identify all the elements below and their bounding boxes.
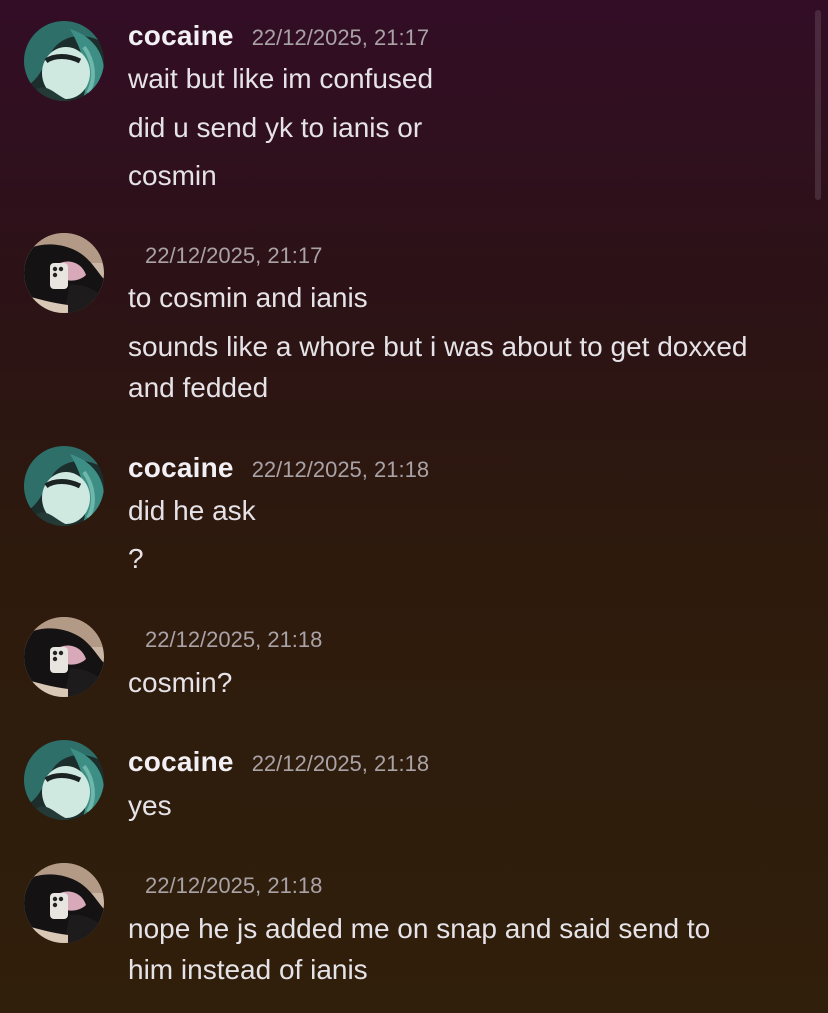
avatar[interactable] <box>24 740 104 820</box>
message-header: 22/12/2025, 21:18 <box>145 873 322 899</box>
message-line: nope he js added me on snap and said sen… <box>128 913 711 944</box>
message-line: ? <box>128 543 144 574</box>
message-line: him instead of ianis <box>128 954 368 985</box>
message-header: cocaine 22/12/2025, 21:17 <box>128 20 429 52</box>
message-header: 22/12/2025, 21:18 <box>145 627 322 653</box>
timestamp: 22/12/2025, 21:17 <box>145 243 323 268</box>
scrollbar[interactable] <box>815 10 821 200</box>
message-line: sounds like a whore but i was about to g… <box>128 331 748 362</box>
timestamp: 22/12/2025, 21:18 <box>251 457 430 482</box>
timestamp: 22/12/2025, 21:18 <box>251 751 430 776</box>
author-name[interactable]: cocaine <box>128 746 234 778</box>
timestamp: 22/12/2025, 21:17 <box>251 25 430 50</box>
mirror-selfie-avatar-icon <box>24 863 104 943</box>
message-line: did he ask <box>128 495 256 526</box>
mirror-selfie-avatar-icon <box>24 233 104 313</box>
author-name[interactable]: cocaine <box>128 20 234 52</box>
message-header: cocaine 22/12/2025, 21:18 <box>128 452 429 484</box>
message-line: cosmin? <box>128 667 233 698</box>
avatar[interactable] <box>24 233 104 313</box>
timestamp: 22/12/2025, 21:18 <box>145 873 323 898</box>
author-name[interactable]: cocaine <box>128 452 234 484</box>
message-header: cocaine 22/12/2025, 21:18 <box>128 746 429 778</box>
timestamp: 22/12/2025, 21:18 <box>145 627 323 652</box>
avatar[interactable] <box>24 446 104 526</box>
message-line: did u send yk to ianis or <box>128 112 423 143</box>
avatar[interactable] <box>24 617 104 697</box>
teal-hair-avatar-icon <box>24 740 104 820</box>
message-line: to cosmin and ianis <box>128 282 368 313</box>
message-line: cosmin <box>128 160 217 191</box>
message-header: 22/12/2025, 21:17 <box>145 243 322 269</box>
message-line: yes <box>128 790 172 821</box>
mirror-selfie-avatar-icon <box>24 617 104 697</box>
avatar[interactable] <box>24 863 104 943</box>
teal-hair-avatar-icon <box>24 446 104 526</box>
message-line: wait but like im confused <box>128 63 434 94</box>
avatar[interactable] <box>24 21 104 101</box>
message-line: and fedded <box>128 372 269 403</box>
teal-hair-avatar-icon <box>24 21 104 101</box>
